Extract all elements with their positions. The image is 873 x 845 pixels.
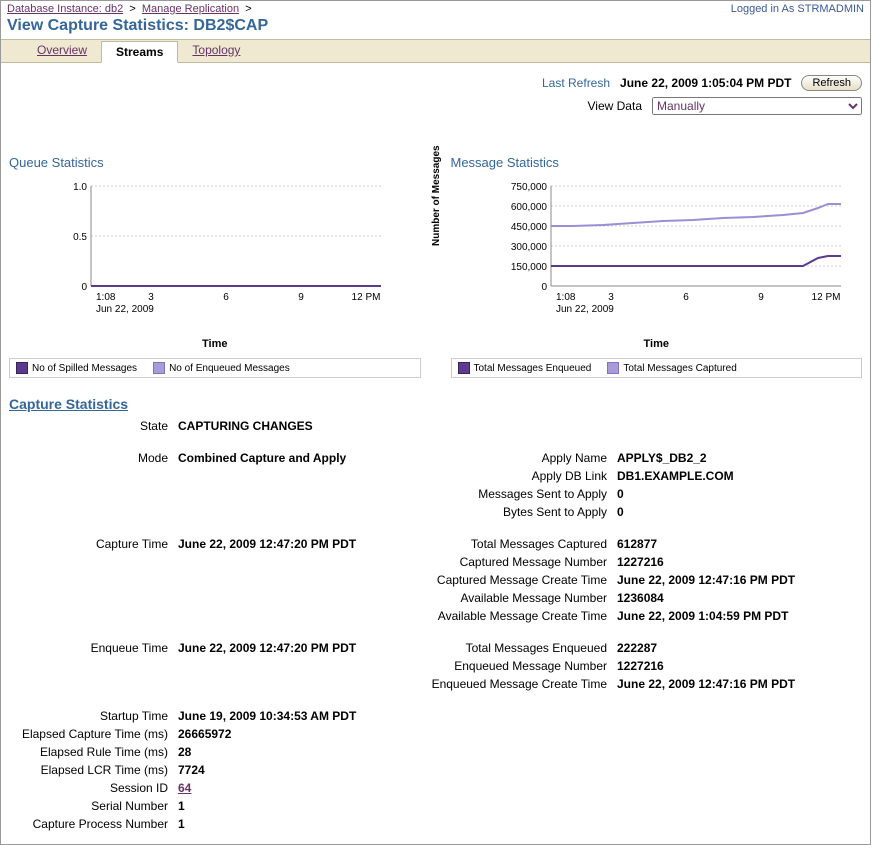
svg-text:12 PM: 12 PM: [352, 292, 381, 303]
tab-overview[interactable]: Overview: [23, 40, 101, 62]
stat-value: 1: [178, 816, 413, 832]
stat-value: 28: [178, 744, 413, 760]
stat-value: June 22, 2009 12:47:20 PM PDT: [178, 536, 413, 552]
stat-label: Mode: [11, 450, 176, 466]
svg-text:0: 0: [541, 282, 547, 293]
view-data-select[interactable]: Manually: [652, 97, 862, 115]
svg-text:Jun 22, 2009: Jun 22, 2009: [96, 304, 154, 315]
last-refresh-label: Last Refresh: [542, 76, 610, 90]
stat-value: June 22, 2009 12:47:16 PM PDT: [617, 572, 860, 588]
stat-value: June 22, 2009 12:47:16 PM PDT: [617, 676, 860, 692]
page-title: View Capture Statistics: DB2$CAP: [1, 15, 870, 39]
svg-text:6: 6: [223, 292, 229, 303]
tabbar: Overview Streams Topology: [1, 39, 870, 63]
legend-swatch-icon: [458, 362, 470, 374]
queue-stats-legend: No of Spilled Messages No of Enqueued Me…: [9, 358, 421, 378]
svg-text:9: 9: [298, 292, 304, 303]
queue-stats-chart: Number of Messages 1.0 0.5 0 1:08 3 6: [9, 176, 421, 336]
stat-value: 222287: [617, 640, 860, 656]
stat-value: 1227216: [617, 658, 860, 674]
svg-text:150,000: 150,000: [510, 262, 547, 273]
stat-value: 1236084: [617, 590, 860, 606]
stat-label: Serial Number: [11, 798, 176, 814]
tab-topology[interactable]: Topology: [178, 40, 254, 62]
svg-text:6: 6: [683, 292, 689, 303]
stat-label: Elapsed Capture Time (ms): [11, 726, 176, 742]
stat-label: Elapsed Rule Time (ms): [11, 744, 176, 760]
message-stats-title: Message Statistics: [451, 155, 863, 170]
stat-label: Session ID: [11, 780, 176, 796]
stat-label: Total Messages Captured: [415, 536, 615, 552]
legend-swatch-icon: [153, 362, 165, 374]
stat-label: Bytes Sent to Apply: [415, 504, 615, 520]
stat-value: 26665972: [178, 726, 413, 742]
breadcrumb: Database Instance: db2 > Manage Replicat…: [7, 3, 252, 15]
svg-text:600,000: 600,000: [510, 202, 547, 213]
stat-value: June 22, 2009 12:47:20 PM PDT: [178, 640, 413, 656]
stat-value: APPLY$_DB2_2: [617, 450, 860, 466]
queue-stats-title: Queue Statistics: [9, 155, 421, 170]
stat-label: Messages Sent to Apply: [415, 486, 615, 502]
svg-text:3: 3: [608, 292, 614, 303]
legend-swatch-icon: [607, 362, 619, 374]
stat-label: Apply DB Link: [415, 468, 615, 484]
view-data-label: View Data: [588, 99, 642, 113]
svg-text:1.0: 1.0: [73, 182, 87, 193]
stat-label: Available Message Number: [415, 590, 615, 606]
last-refresh-value: June 22, 2009 1:05:04 PM PDT: [620, 76, 791, 90]
stat-label: Elapsed LCR Time (ms): [11, 762, 176, 778]
stat-label: Captured Message Create Time: [415, 572, 615, 588]
stat-label: Startup Time: [11, 708, 176, 724]
stat-value: CAPTURING CHANGES: [178, 418, 413, 434]
stat-label: Apply Name: [415, 450, 615, 466]
message-stats-ylabel: Number of Messages: [431, 145, 442, 246]
stat-label: Available Message Create Time: [415, 608, 615, 624]
stat-value: Combined Capture and Apply: [178, 450, 413, 466]
stat-value: DB1.EXAMPLE.COM: [617, 468, 860, 484]
stat-label: Enqueued Message Number: [415, 658, 615, 674]
stat-label: Enqueued Message Create Time: [415, 676, 615, 692]
capture-statistics-table: State CAPTURING CHANGES Mode Combined Ca…: [9, 416, 862, 834]
tab-streams[interactable]: Streams: [101, 41, 178, 63]
stat-label: Enqueue Time: [11, 640, 176, 656]
stat-value: 7724: [178, 762, 413, 778]
breadcrumb-manage-replication[interactable]: Manage Replication: [142, 3, 239, 15]
breadcrumb-db-instance[interactable]: Database Instance: db2: [7, 3, 123, 15]
stat-label: Capture Process Number: [11, 816, 176, 832]
stat-label: State: [11, 418, 176, 434]
svg-text:450,000: 450,000: [510, 222, 547, 233]
svg-text:0: 0: [81, 282, 87, 293]
stat-value: 0: [617, 486, 860, 502]
stat-label: Capture Time: [11, 536, 176, 552]
svg-text:300,000: 300,000: [510, 242, 547, 253]
capture-statistics-title: Capture Statistics: [9, 396, 862, 412]
svg-text:750,000: 750,000: [510, 182, 547, 193]
stat-label: Total Messages Enqueued: [415, 640, 615, 656]
refresh-button[interactable]: Refresh: [801, 75, 862, 91]
legend-swatch-icon: [16, 362, 28, 374]
session-id-link[interactable]: 64: [178, 780, 413, 796]
svg-text:0.5: 0.5: [73, 232, 87, 243]
stat-value: 612877: [617, 536, 860, 552]
message-stats-chart: Number of Messages 750,000 600,000 450,0…: [451, 176, 863, 336]
stat-label: Captured Message Number: [415, 554, 615, 570]
message-stats-xlabel: Time: [451, 338, 863, 350]
message-stats-legend: Total Messages Enqueued Total Messages C…: [451, 358, 863, 378]
logged-in-label: Logged in As STRMADMIN: [731, 3, 864, 15]
svg-text:9: 9: [758, 292, 764, 303]
stat-value: 1: [178, 798, 413, 814]
stat-value: June 22, 2009 1:04:59 PM PDT: [617, 608, 860, 624]
svg-text:3: 3: [148, 292, 154, 303]
stat-value: June 19, 2009 10:34:53 AM PDT: [178, 708, 413, 724]
stat-value: 1227216: [617, 554, 860, 570]
stat-value: 0: [617, 504, 860, 520]
svg-text:Jun 22, 2009: Jun 22, 2009: [556, 304, 614, 315]
queue-stats-xlabel: Time: [9, 338, 421, 350]
svg-text:12 PM: 12 PM: [811, 292, 840, 303]
svg-text:1:08: 1:08: [556, 292, 576, 303]
svg-text:1:08: 1:08: [96, 292, 116, 303]
